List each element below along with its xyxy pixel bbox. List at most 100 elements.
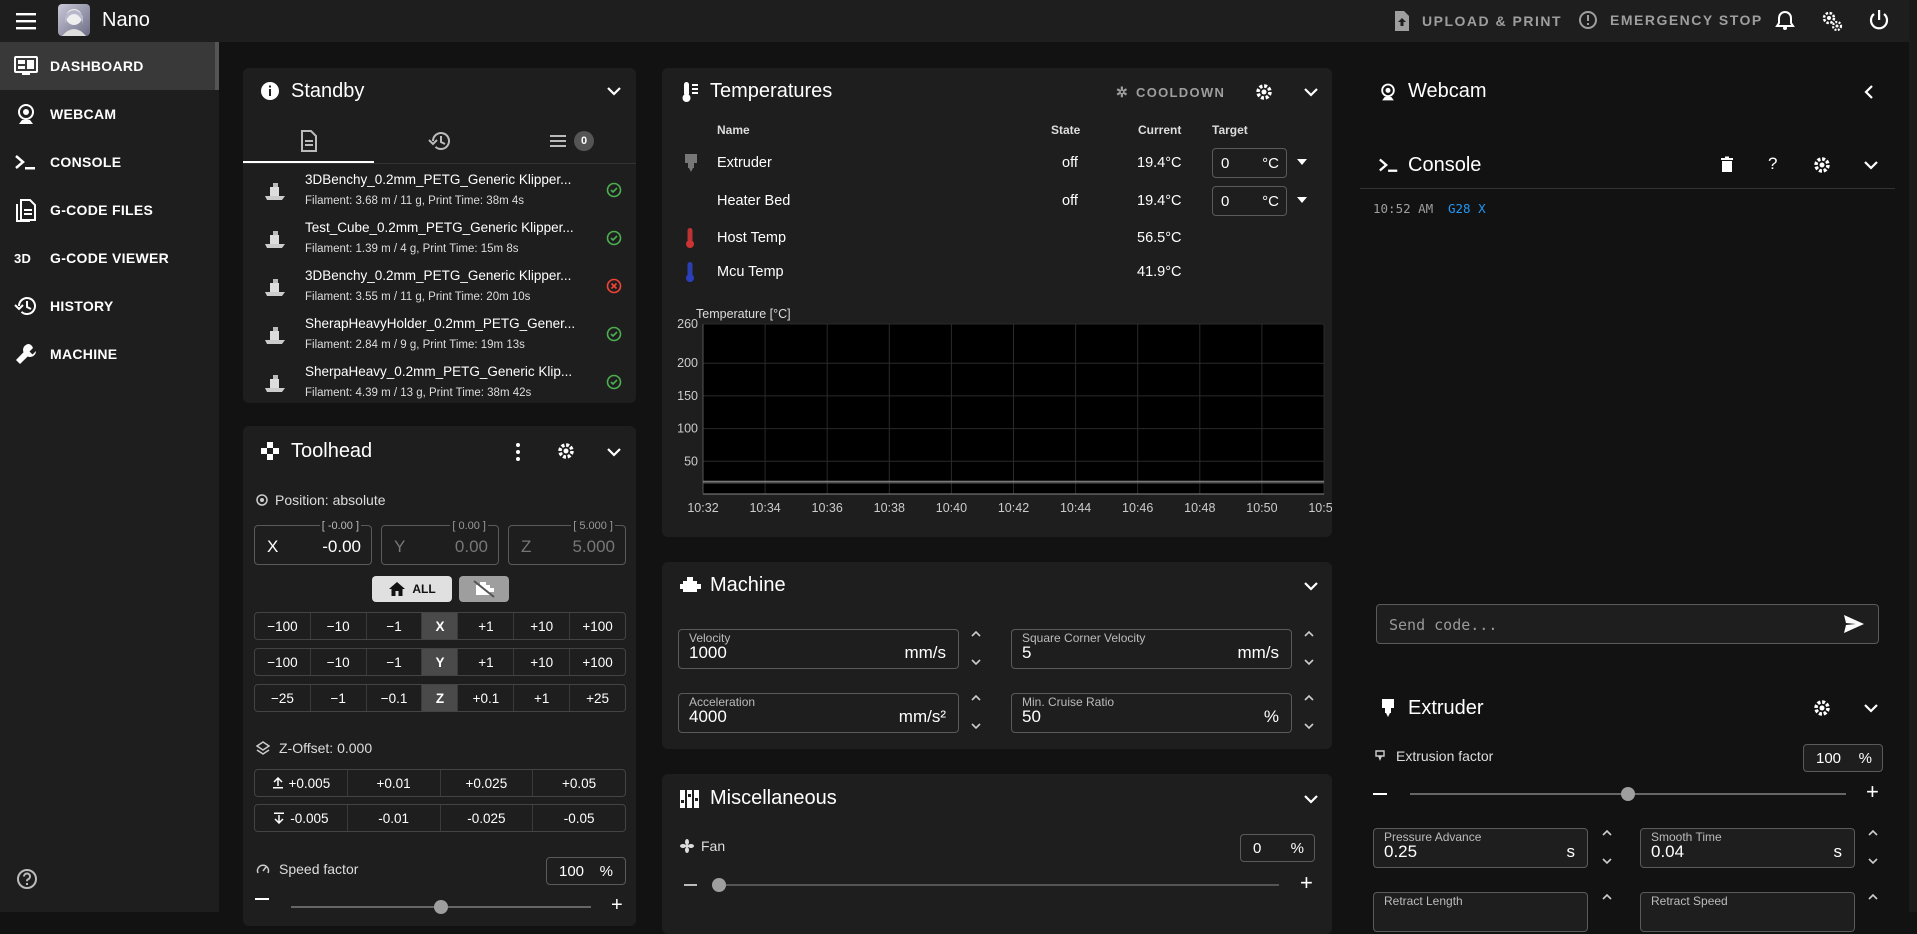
zoffset-button[interactable]: +0.05 xyxy=(533,770,625,796)
zoffset-button[interactable]: +0.01 xyxy=(348,770,441,796)
move-button[interactable]: +1 xyxy=(458,613,515,639)
zoffset-button[interactable]: +0.005 xyxy=(255,770,348,796)
move-button[interactable]: +1 xyxy=(458,649,515,675)
x-position-input[interactable]: X -0.00 [ -0.00 ] xyxy=(254,520,372,565)
help-icon[interactable] xyxy=(16,868,38,890)
extrusion-factor-slider[interactable] xyxy=(1410,787,1846,801)
settings-gears-icon[interactable] xyxy=(1820,9,1844,33)
extrusion-slider-thumb[interactable] xyxy=(1621,787,1635,801)
z-position-input[interactable]: Z 5.000 [ 5.000 ] xyxy=(508,520,626,565)
square-corner-velocity-input[interactable]: Square Corner Velocity 5 mm/s xyxy=(1011,629,1292,669)
pressure-advance-stepper[interactable] xyxy=(1600,827,1614,867)
move-button[interactable]: −100 xyxy=(255,649,311,675)
retract-speed-input[interactable]: Retract Speed xyxy=(1640,892,1855,932)
motors-off-button[interactable] xyxy=(459,576,509,602)
smooth-time-stepper[interactable] xyxy=(1866,827,1880,867)
zoffset-button[interactable]: -0.025 xyxy=(441,805,534,831)
chevron-down-icon[interactable] xyxy=(1302,85,1320,99)
bell-icon[interactable] xyxy=(1774,9,1796,31)
send-icon[interactable] xyxy=(1843,614,1865,634)
heater-bed-preset-dropdown-icon[interactable] xyxy=(1296,195,1308,205)
gear-icon[interactable] xyxy=(1812,155,1832,175)
console-help-icon[interactable]: ? xyxy=(1768,154,1777,174)
list-item[interactable]: Test_Cube_0.2mm_PETG_Generic Klipper... F… xyxy=(243,216,636,264)
mcr-stepper[interactable] xyxy=(1302,692,1316,732)
fan-slider-thumb[interactable] xyxy=(712,878,726,892)
move-button[interactable]: −100 xyxy=(255,613,311,639)
gear-icon[interactable] xyxy=(1254,82,1274,102)
zoffset-button[interactable]: -0.005 xyxy=(255,805,348,831)
speed-decrease-button[interactable] xyxy=(255,898,269,900)
velocity-input[interactable]: Velocity 1000 mm/s xyxy=(678,629,959,669)
move-button[interactable]: −1 xyxy=(311,685,367,711)
emergency-stop-button[interactable]: EMERGENCY STOP xyxy=(1578,10,1763,30)
cooldown-button[interactable]: ✲ COOLDOWN xyxy=(1116,84,1225,101)
fan-speed-input[interactable]: 0 % xyxy=(1240,834,1315,862)
extruder-preset-dropdown-icon[interactable] xyxy=(1296,157,1308,167)
zoffset-button[interactable]: -0.01 xyxy=(348,805,441,831)
sidebar-item-gcode-viewer[interactable]: 3D G-CODE VIEWER xyxy=(0,234,219,282)
chevron-down-icon[interactable] xyxy=(605,445,623,459)
tab-queue[interactable]: 0 xyxy=(505,120,636,163)
trash-icon[interactable] xyxy=(1719,156,1735,174)
sidebar-item-gcode-files[interactable]: G-CODE FILES xyxy=(0,186,219,234)
sidebar-item-console[interactable]: CONSOLE xyxy=(0,138,219,186)
list-item[interactable]: SherapHeavyHolder_0.2mm_PETG_Gener... Fil… xyxy=(243,312,636,360)
printer-avatar[interactable] xyxy=(58,4,90,36)
gear-icon[interactable] xyxy=(556,441,576,461)
speed-factor-input[interactable]: 100 % xyxy=(546,857,626,885)
move-button[interactable]: +10 xyxy=(514,613,571,639)
chevron-down-icon[interactable] xyxy=(1302,579,1320,593)
tab-files[interactable] xyxy=(243,120,374,163)
move-button[interactable]: +100 xyxy=(570,649,625,675)
speed-slider[interactable] xyxy=(291,900,591,914)
list-item[interactable]: 3DBenchy_0.2mm_PETG_Generic Klipper... Fi… xyxy=(243,264,636,312)
velocity-stepper[interactable] xyxy=(969,628,983,668)
move-button[interactable]: −1 xyxy=(367,613,423,639)
fan-increase-button[interactable]: + xyxy=(1300,872,1313,894)
list-item[interactable]: 3DBenchy_0.2mm_PETG_Generic Klipper... Fi… xyxy=(243,168,636,216)
more-vertical-icon[interactable] xyxy=(508,441,528,463)
move-button[interactable]: +25 xyxy=(570,685,625,711)
console-log-command[interactable]: G28 X xyxy=(1448,201,1486,216)
home-all-button[interactable]: ALL xyxy=(372,576,452,602)
scv-stepper[interactable] xyxy=(1302,628,1316,668)
upload-print-button[interactable]: UPLOAD & PRINT xyxy=(1392,10,1562,32)
gear-icon[interactable] xyxy=(1812,698,1832,718)
zoffset-button[interactable]: +0.025 xyxy=(441,770,534,796)
speed-increase-button[interactable]: + xyxy=(611,895,623,915)
fan-decrease-button[interactable] xyxy=(684,884,697,886)
smooth-time-input[interactable]: Smooth Time 0.04 s xyxy=(1640,828,1855,868)
sidebar-item-webcam[interactable]: WEBCAM xyxy=(0,90,219,138)
chevron-down-icon[interactable] xyxy=(605,84,623,98)
min-cruise-ratio-input[interactable]: Min. Cruise Ratio 50 % xyxy=(1011,693,1292,733)
sidebar-item-history[interactable]: HISTORY xyxy=(0,282,219,330)
move-button[interactable]: −0.1 xyxy=(367,685,423,711)
list-item[interactable]: SherpaHeavy_0.2mm_PETG_Generic Klip... Fi… xyxy=(243,360,636,408)
extrusion-decrease-button[interactable] xyxy=(1373,793,1387,795)
chevron-down-icon[interactable] xyxy=(1862,158,1880,172)
move-button[interactable]: −1 xyxy=(367,649,423,675)
retract-length-input[interactable]: Retract Length xyxy=(1373,892,1588,932)
extrusion-factor-input[interactable]: 100 % xyxy=(1803,744,1883,772)
zoffset-button[interactable]: -0.05 xyxy=(533,805,625,831)
chevron-down-icon[interactable] xyxy=(1862,701,1880,715)
heater-bed-target-input[interactable]: 0 °C xyxy=(1212,186,1287,216)
retract-speed-stepper[interactable] xyxy=(1866,891,1880,911)
extrusion-increase-button[interactable]: + xyxy=(1866,781,1879,803)
menu-icon[interactable] xyxy=(14,10,38,32)
tab-history[interactable] xyxy=(374,120,505,163)
console-send-input[interactable]: Send code... xyxy=(1376,604,1879,644)
acceleration-input[interactable]: Acceleration 4000 mm/s² xyxy=(678,693,959,733)
retract-length-stepper[interactable] xyxy=(1600,891,1614,911)
move-button[interactable]: +100 xyxy=(570,613,625,639)
move-button[interactable]: −10 xyxy=(311,613,367,639)
move-button[interactable]: −10 xyxy=(311,649,367,675)
pressure-advance-input[interactable]: Pressure Advance 0.25 s xyxy=(1373,828,1588,868)
chevron-down-icon[interactable] xyxy=(1302,792,1320,806)
chevron-left-icon[interactable] xyxy=(1862,83,1876,101)
sidebar-item-machine[interactable]: MACHINE xyxy=(0,330,219,378)
move-button[interactable]: +10 xyxy=(514,649,571,675)
move-button[interactable]: +0.1 xyxy=(458,685,515,711)
fan-slider[interactable] xyxy=(712,878,1279,892)
